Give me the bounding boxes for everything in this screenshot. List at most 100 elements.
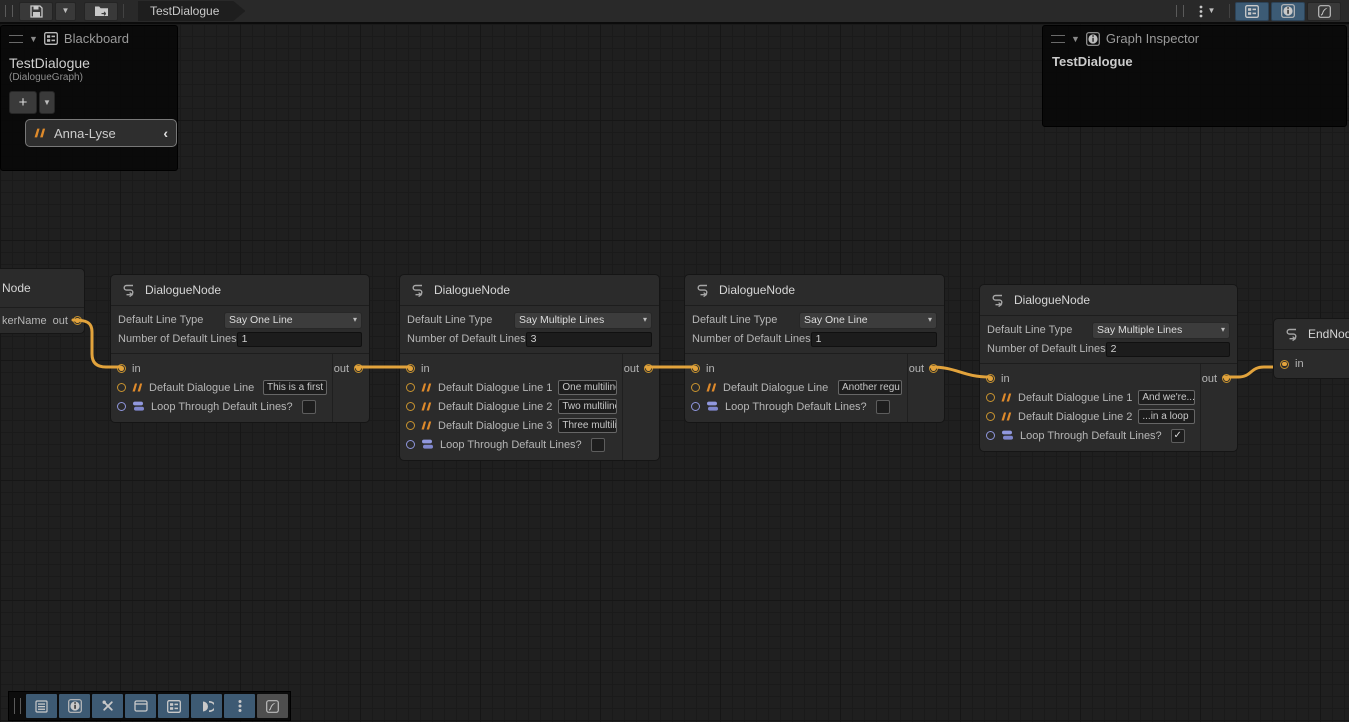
input-port[interactable] bbox=[117, 402, 126, 411]
dialogue-line-field[interactable]: Three multili bbox=[558, 418, 617, 433]
blackboard-property-anna-lyse[interactable]: Anna-Lyse ‹ bbox=[25, 119, 177, 147]
out-port[interactable] bbox=[929, 364, 938, 373]
line-type-dropdown[interactable]: Say One Line▾ bbox=[799, 312, 937, 329]
out-port-label: out bbox=[334, 363, 349, 375]
flow-node-icon bbox=[989, 292, 1006, 308]
dialogue-node-4[interactable]: DialogueNode Default Line Type Say Multipl… bbox=[979, 284, 1238, 452]
panel-drag-handle-icon[interactable] bbox=[1051, 35, 1065, 43]
out-port[interactable] bbox=[644, 364, 653, 373]
input-port[interactable] bbox=[986, 431, 995, 440]
graph-inspector-header[interactable]: ▼ Graph Inspector bbox=[1043, 26, 1346, 51]
property-label: Default Line Type bbox=[407, 314, 492, 326]
console-button[interactable] bbox=[26, 694, 57, 718]
bottom-toolbar bbox=[8, 691, 291, 721]
graph-tab[interactable]: TestDialogue bbox=[138, 1, 245, 21]
dialogue-node-1[interactable]: DialogueNodeDefault Line TypeSay One Lin… bbox=[110, 274, 370, 423]
overflow-menu-button[interactable] bbox=[224, 694, 255, 718]
dialogue-line-field[interactable]: Two multiline bbox=[558, 399, 617, 414]
speaker-node-partial[interactable]: Node kerName out bbox=[0, 268, 85, 334]
line-type-dropdown[interactable]: Say Multiple Lines▾ bbox=[1092, 322, 1230, 339]
in-port-label: in bbox=[706, 363, 715, 375]
input-port[interactable] bbox=[406, 383, 415, 392]
line-type-dropdown[interactable]: Say One Line▾ bbox=[224, 312, 362, 329]
save-options-button[interactable]: ▼ bbox=[55, 2, 76, 21]
property-label: Number of Default Lines bbox=[987, 343, 1106, 355]
loop-icon bbox=[132, 401, 145, 412]
dialogue-line-field[interactable]: Another regu bbox=[838, 380, 902, 395]
flow-node-icon bbox=[120, 282, 137, 298]
quill-button[interactable] bbox=[257, 694, 288, 718]
blackboard-toggle-button[interactable] bbox=[1235, 2, 1269, 21]
blackboard-panel-header[interactable]: ▼ Blackboard bbox=[1, 26, 177, 51]
out-port[interactable] bbox=[1222, 374, 1231, 383]
in-port[interactable] bbox=[406, 364, 415, 373]
add-property-button[interactable]: + bbox=[9, 91, 37, 114]
toolbar-drag-handle[interactable] bbox=[5, 5, 13, 17]
input-port[interactable] bbox=[406, 440, 415, 449]
input-port[interactable] bbox=[406, 421, 415, 430]
in-port[interactable] bbox=[117, 364, 126, 373]
dialogue-line-field[interactable]: And we're... bbox=[1138, 390, 1195, 405]
input-label: Loop Through Default Lines? bbox=[440, 439, 582, 451]
dialogue-node-3[interactable]: DialogueNodeDefault Line TypeSay One Lin… bbox=[684, 274, 945, 423]
out-port[interactable] bbox=[354, 364, 363, 373]
loop-checkbox[interactable]: ✓ bbox=[1171, 429, 1185, 443]
node-header[interactable]: DialogueNode bbox=[111, 275, 369, 306]
property-label: Default Line Type bbox=[987, 324, 1072, 336]
input-port[interactable] bbox=[691, 402, 700, 411]
window-button[interactable] bbox=[125, 694, 156, 718]
in-port[interactable] bbox=[1280, 360, 1289, 369]
input-port[interactable] bbox=[117, 383, 126, 392]
toolbar-drag-handle[interactable] bbox=[14, 698, 21, 714]
loop-checkbox[interactable] bbox=[876, 400, 890, 414]
input-label: Loop Through Default Lines? bbox=[1020, 430, 1162, 442]
loop-icon bbox=[706, 401, 719, 412]
blackboard-button[interactable] bbox=[158, 694, 189, 718]
node-header[interactable]: DialogueNode bbox=[400, 275, 659, 306]
line-type-dropdown[interactable]: Say Multiple Lines▾ bbox=[514, 312, 652, 329]
number-field[interactable]: 1 bbox=[237, 332, 362, 347]
collapse-chevron-icon[interactable]: ‹ bbox=[163, 125, 168, 141]
open-asset-button[interactable] bbox=[84, 2, 118, 21]
number-field[interactable]: 1 bbox=[811, 332, 937, 347]
dialogue-node-2[interactable]: DialogueNode Default Line Type Say Multipl… bbox=[399, 274, 660, 461]
inspector-toggle-button[interactable] bbox=[1271, 2, 1305, 21]
loop-checkbox[interactable] bbox=[591, 438, 605, 452]
property-name: Anna-Lyse bbox=[54, 126, 155, 141]
input-port[interactable] bbox=[986, 412, 995, 421]
save-dropdown-arrow-icon: ▼ bbox=[62, 7, 70, 15]
foldout-arrow-icon[interactable]: ▼ bbox=[1071, 34, 1080, 44]
in-port[interactable] bbox=[986, 374, 995, 383]
save-button[interactable] bbox=[19, 2, 53, 21]
dialogue-line-field[interactable]: This is a first bbox=[263, 380, 327, 395]
foldout-arrow-icon[interactable]: ▼ bbox=[29, 34, 38, 44]
node-header[interactable]: Node bbox=[0, 269, 84, 308]
in-port[interactable] bbox=[691, 364, 700, 373]
dialogue-preview-button[interactable] bbox=[191, 694, 222, 718]
in-port-label: in bbox=[1295, 358, 1304, 370]
out-port[interactable] bbox=[73, 316, 82, 325]
end-node[interactable]: EndNode in bbox=[1273, 318, 1349, 379]
number-field[interactable]: 2 bbox=[1106, 342, 1230, 357]
input-port[interactable] bbox=[691, 383, 700, 392]
quill-toggle-button[interactable] bbox=[1307, 2, 1341, 21]
input-port[interactable] bbox=[986, 393, 995, 402]
input-label: Loop Through Default Lines? bbox=[151, 401, 293, 413]
overflow-menu-button[interactable]: ▼ bbox=[1190, 2, 1224, 21]
add-property-dropdown-button[interactable]: ▼ bbox=[39, 91, 55, 114]
node-header[interactable]: DialogueNode bbox=[980, 285, 1237, 316]
input-label: Default Dialogue Line 2 bbox=[438, 401, 552, 413]
node-title: DialogueNode bbox=[719, 283, 795, 297]
dialogue-line-field[interactable]: ...in a loop bbox=[1138, 409, 1195, 424]
dialogue-line-field[interactable]: One multiline bbox=[558, 380, 617, 395]
number-field[interactable]: 3 bbox=[526, 332, 652, 347]
inspector-button[interactable] bbox=[59, 694, 90, 718]
tools-button[interactable] bbox=[92, 694, 123, 718]
loop-checkbox[interactable] bbox=[302, 400, 316, 414]
flow-node-icon bbox=[694, 282, 711, 298]
input-port[interactable] bbox=[406, 402, 415, 411]
node-header[interactable]: DialogueNode bbox=[685, 275, 944, 306]
node-header[interactable]: EndNode bbox=[1274, 319, 1349, 350]
panel-drag-handle-icon[interactable] bbox=[9, 35, 23, 43]
toolbar-drag-handle-right[interactable] bbox=[1176, 5, 1184, 17]
